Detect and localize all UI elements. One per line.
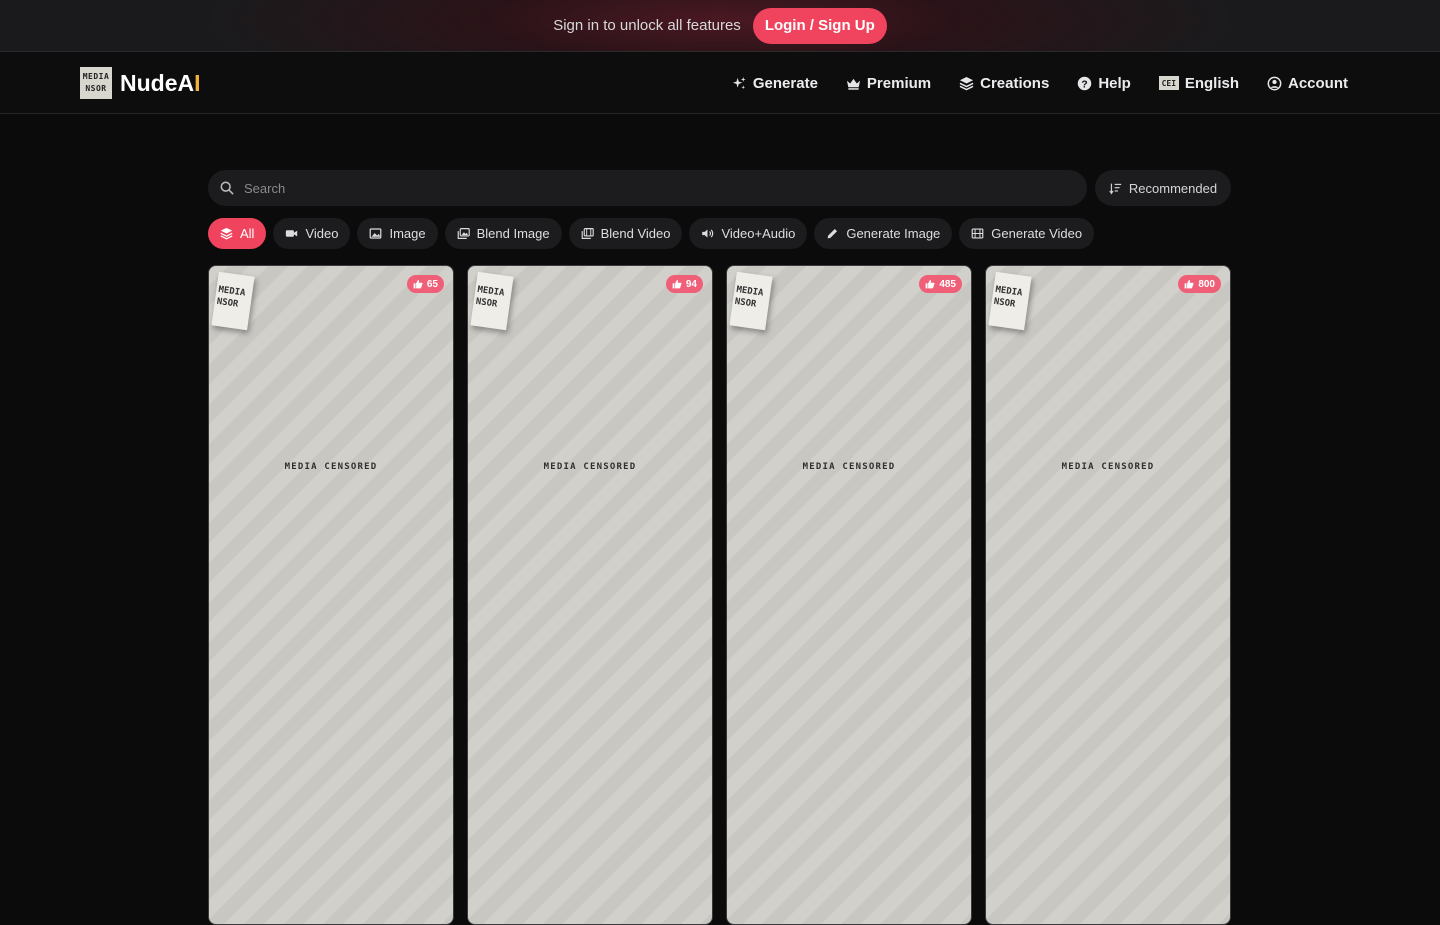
search-input[interactable] — [244, 180, 1044, 196]
thumbs-up-icon — [925, 279, 935, 289]
brand-logo-line2: NSOR — [85, 84, 107, 93]
stamp-line2: NSOR — [216, 296, 239, 310]
nav-account[interactable]: Account — [1267, 75, 1348, 92]
filter-generate-image[interactable]: Generate Image — [814, 218, 953, 249]
likes-badge: 485 — [919, 275, 962, 293]
pencil-icon — [827, 228, 838, 239]
stamp-line2: NSOR — [993, 296, 1016, 310]
media-card[interactable]: MEDIA NSOR 485 MEDIA CENSORED — [726, 265, 972, 925]
likes-count: 65 — [426, 278, 438, 290]
filter-image[interactable]: Image — [357, 218, 438, 249]
nav-premium-label: Premium — [866, 74, 932, 92]
filter-generate-video[interactable]: Generate Video — [959, 218, 1095, 249]
search-icon — [220, 181, 234, 195]
censor-stamp: MEDIA NSOR — [470, 271, 514, 331]
nav-language[interactable]: CEI English — [1158, 74, 1239, 92]
filter-blend-image-label: Blend Image — [476, 226, 550, 241]
video-camera-icon — [286, 230, 298, 237]
brand-logo-line1: MEDIA — [82, 72, 110, 81]
filter-all[interactable]: All — [208, 218, 267, 249]
censor-stamp: MEDIA NSOR — [988, 271, 1032, 331]
sort-icon — [1109, 183, 1122, 194]
sort-dropdown-button[interactable]: Recommended — [1095, 170, 1231, 206]
layers-icon — [220, 227, 233, 240]
user-circle-icon — [1267, 76, 1282, 90]
svg-text:?: ? — [1082, 79, 1088, 90]
likes-badge: 800 — [1178, 275, 1221, 293]
nav-creations-label: Creations — [980, 74, 1050, 92]
search-bar — [208, 170, 1087, 206]
filter-video[interactable]: Video — [273, 218, 351, 249]
nav-menu: Generate Premium Creations ? Help CEI En… — [732, 53, 1348, 113]
layers-icon — [959, 76, 974, 90]
likes-count: 94 — [685, 278, 697, 290]
nav-generate-label: Generate — [752, 74, 818, 92]
censor-stamp: MEDIA NSOR — [729, 271, 773, 331]
brand-link[interactable]: MEDIA NSOR NudeAI — [80, 67, 201, 99]
filter-video-label: Video — [305, 226, 339, 241]
likes-count: 485 — [939, 278, 956, 290]
login-signup-button[interactable]: Login / Sign Up — [752, 7, 887, 44]
flag-icon: CEI — [1158, 76, 1179, 90]
nav-help-label: Help — [1098, 74, 1131, 92]
thumbs-up-icon — [672, 279, 682, 289]
nav-generate[interactable]: Generate — [732, 75, 818, 92]
likes-badge: 94 — [665, 275, 703, 293]
volume-icon — [702, 229, 714, 238]
filter-blend-image[interactable]: Blend Image — [444, 218, 562, 249]
censored-label: MEDIA CENSORED — [284, 462, 378, 472]
censored-label: MEDIA CENSORED — [802, 462, 896, 472]
censored-label: MEDIA CENSORED — [543, 462, 637, 472]
brand-name-accent: I — [194, 69, 201, 96]
filter-video-audio[interactable]: Video+Audio — [689, 218, 808, 249]
banner-text: Sign in to unlock all features — [553, 17, 741, 34]
thumbs-up-icon — [413, 279, 423, 289]
nav-premium[interactable]: Premium — [846, 75, 931, 92]
filter-blend-video[interactable]: Blend Video — [568, 218, 683, 249]
censored-label: MEDIA CENSORED — [1061, 462, 1155, 472]
nav-language-label: English — [1184, 74, 1239, 92]
image-icon — [370, 228, 382, 239]
sort-label: Recommended — [1128, 180, 1218, 196]
stamp-line2: NSOR — [734, 296, 757, 310]
question-circle-icon: ? — [1078, 76, 1092, 90]
filter-image-label: Image — [389, 226, 426, 241]
top-nav: MEDIA NSOR NudeAI Generate Premium Creat… — [0, 53, 1440, 114]
media-card[interactable]: MEDIA NSOR 65 MEDIA CENSORED — [208, 265, 454, 925]
filter-video-audio-label: Video+Audio — [721, 226, 796, 241]
images-icon — [457, 228, 470, 239]
likes-count: 800 — [1198, 278, 1215, 290]
nav-help[interactable]: ? Help — [1077, 75, 1131, 92]
signin-banner: Sign in to unlock all features Login / S… — [0, 0, 1440, 52]
brand-name: NudeAI — [120, 70, 201, 97]
filter-chips: All Video Image Blend Image Blend Video … — [208, 218, 1095, 249]
nav-creations[interactable]: Creations — [959, 75, 1049, 92]
films-icon — [581, 228, 594, 239]
censor-stamp: MEDIA NSOR — [211, 271, 255, 331]
filter-all-label: All — [240, 226, 255, 241]
film-icon — [971, 228, 984, 239]
nav-account-label: Account — [1288, 74, 1348, 92]
media-card[interactable]: MEDIA NSOR 94 MEDIA CENSORED — [467, 265, 713, 925]
crown-icon — [846, 78, 860, 90]
media-grid: MEDIA NSOR 65 MEDIA CENSORED MEDIA NSOR 94… — [208, 265, 1231, 925]
media-card[interactable]: MEDIA NSOR 800 MEDIA CENSORED — [985, 265, 1231, 925]
sparkles-icon — [732, 76, 746, 89]
brand-name-main: NudeA — [120, 69, 195, 96]
thumbs-up-icon — [1184, 279, 1194, 289]
filter-generate-video-label: Generate Video — [991, 226, 1083, 241]
likes-badge: 65 — [406, 275, 444, 293]
filter-generate-image-label: Generate Image — [846, 226, 941, 241]
filter-blend-video-label: Blend Video — [600, 226, 671, 241]
stamp-line2: NSOR — [475, 296, 498, 310]
brand-logo: MEDIA NSOR — [80, 67, 112, 99]
